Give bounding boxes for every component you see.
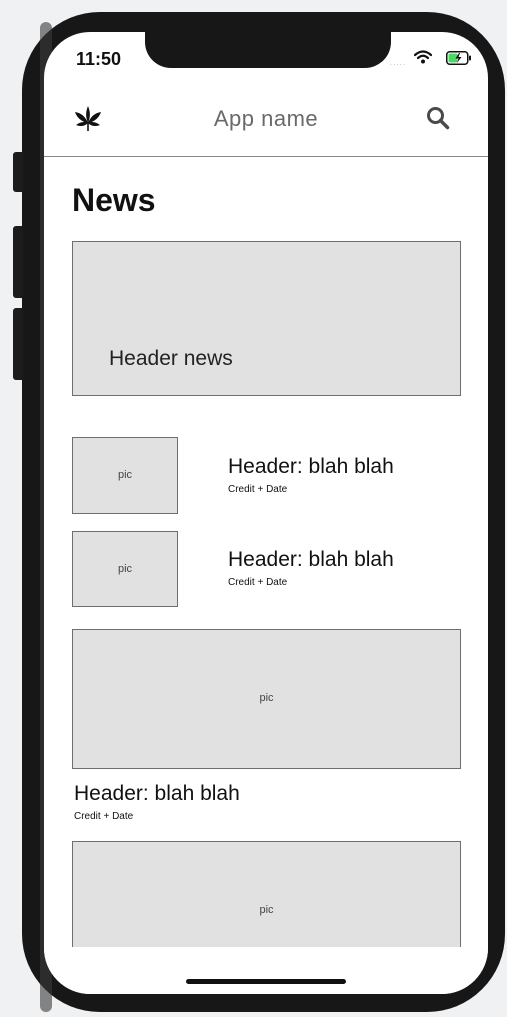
notch bbox=[145, 32, 391, 68]
article-thumbnail: pic bbox=[72, 531, 178, 607]
screen: 11:50 ..... App name News Header news pi… bbox=[44, 32, 488, 994]
article-headline: Header: blah blah bbox=[228, 548, 394, 571]
thumbnail-label: pic bbox=[117, 469, 133, 481]
mute-switch bbox=[13, 152, 23, 192]
article-headline: Header: blah blah bbox=[74, 782, 240, 805]
article-image: pic bbox=[72, 629, 461, 769]
article-thumbnail: pic bbox=[72, 437, 178, 514]
home-bar-area bbox=[44, 947, 488, 994]
article-credit: Credit + Date bbox=[228, 577, 288, 588]
search-icon[interactable] bbox=[426, 106, 450, 130]
nav-divider bbox=[44, 156, 488, 157]
featured-news-card[interactable]: Header news bbox=[72, 241, 461, 396]
thumbnail-label: pic bbox=[117, 563, 133, 575]
app-name: App name bbox=[213, 106, 319, 131]
battery-charging-icon bbox=[446, 51, 471, 65]
article-credit: Credit + Date bbox=[74, 811, 134, 822]
home-indicator[interactable] bbox=[186, 979, 346, 984]
article-headline: Header: blah blah bbox=[228, 455, 394, 478]
featured-headline: Header news bbox=[109, 347, 233, 370]
page-title: News bbox=[72, 182, 156, 218]
image-label: pic bbox=[259, 692, 274, 704]
image-label: pic bbox=[259, 904, 274, 916]
volume-up-button bbox=[13, 226, 23, 298]
status-time: 11:50 bbox=[76, 49, 122, 69]
volume-down-button bbox=[13, 308, 23, 380]
signal-dots: ..... bbox=[389, 58, 406, 67]
article-credit: Credit + Date bbox=[228, 484, 288, 495]
wifi-icon bbox=[414, 50, 432, 64]
top-nav-bar: App name bbox=[44, 98, 488, 156]
